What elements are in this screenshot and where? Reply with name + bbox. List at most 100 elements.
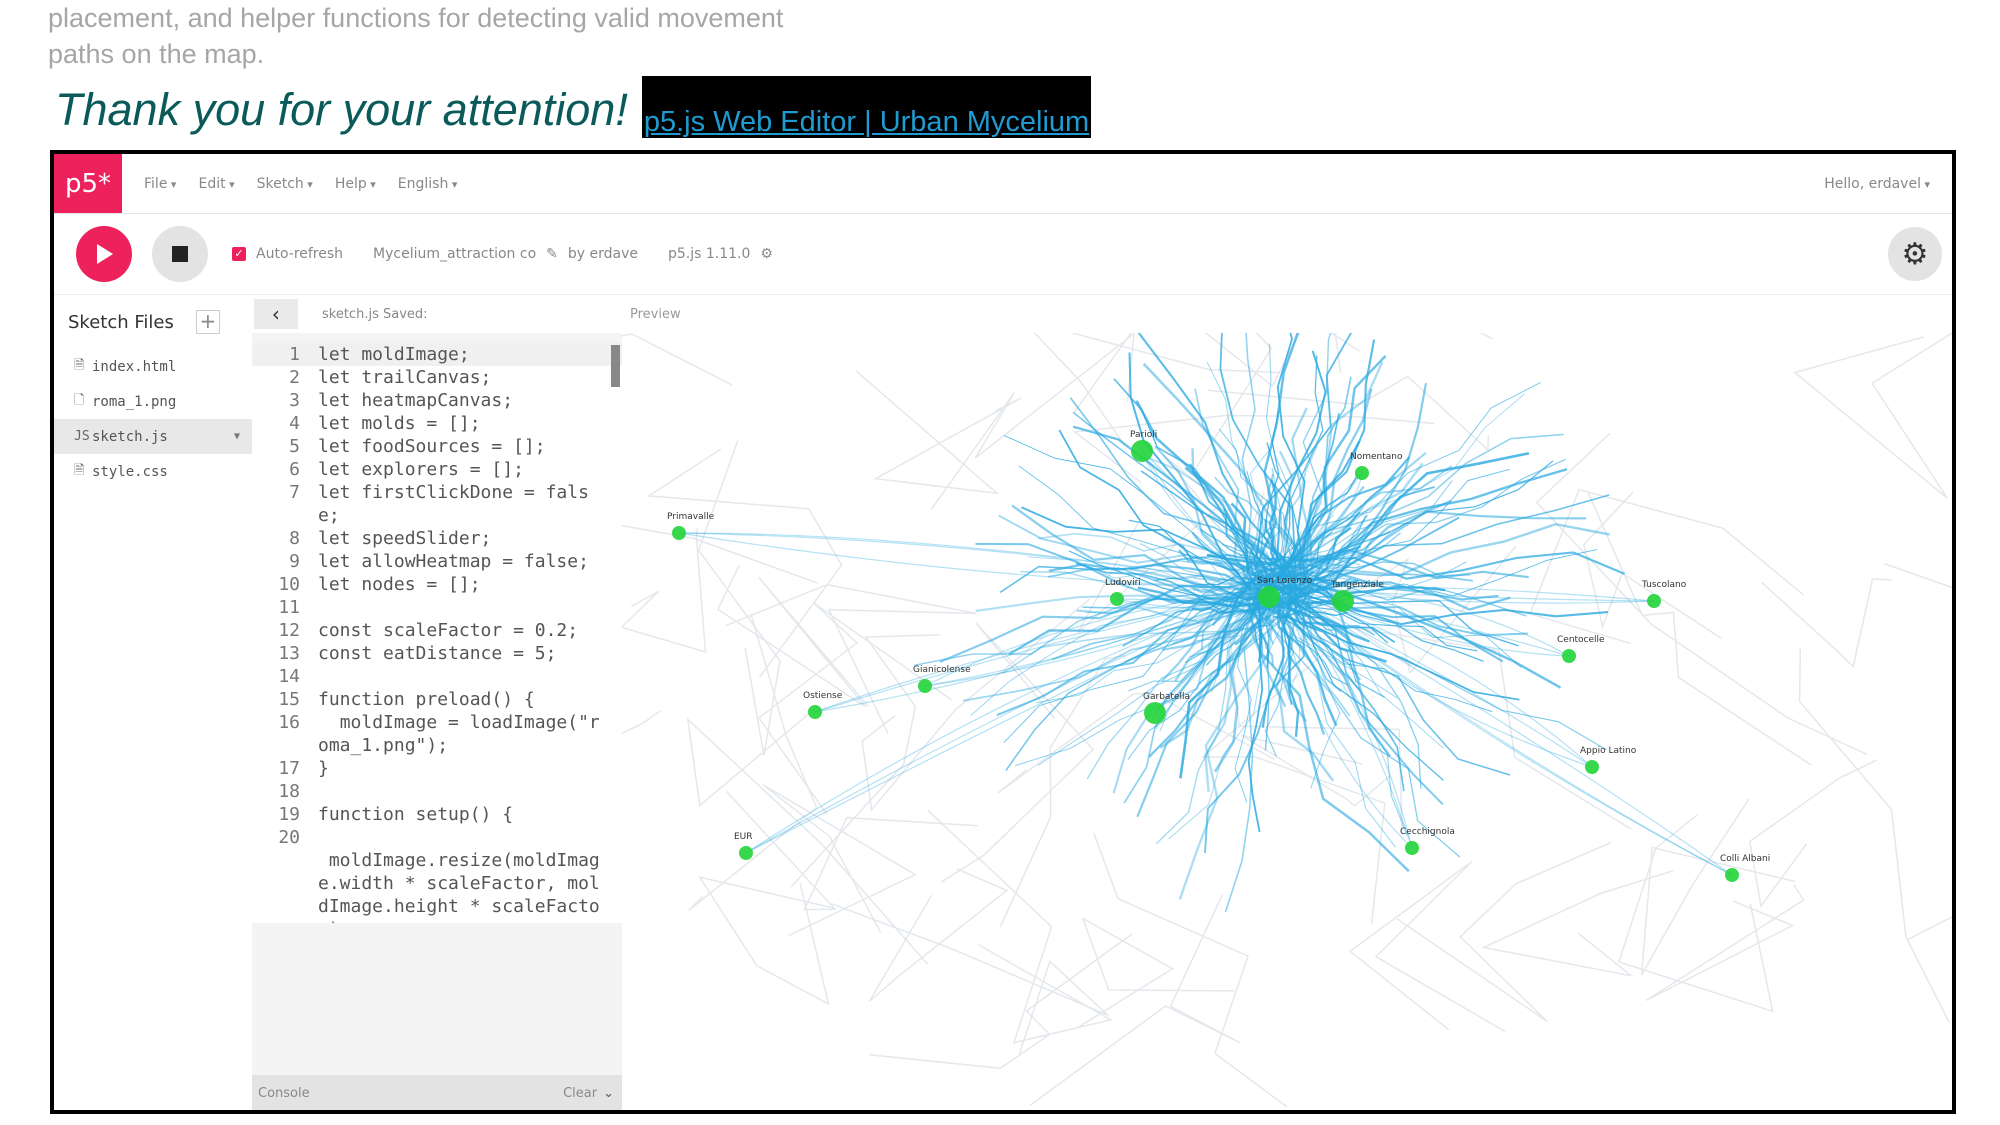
chevron-down-icon[interactable]: ⌄ xyxy=(603,1086,614,1101)
code-line[interactable]: 6 let explorers = []; xyxy=(252,458,622,481)
code-line[interactable]: 10 let nodes = []; xyxy=(252,573,622,596)
p5-version[interactable]: p5.js 1.11.0 xyxy=(668,246,750,262)
code-line[interactable]: 18 xyxy=(252,780,622,803)
html-file-icon: 🗎 xyxy=(74,357,85,373)
street-line xyxy=(1884,562,1952,589)
street-line xyxy=(1587,491,1812,766)
code-line[interactable]: 20 xyxy=(252,826,622,849)
line-number: 5 xyxy=(289,436,300,457)
file-options-icon[interactable]: ▼ xyxy=(234,431,240,442)
sketch-name[interactable]: Mycelium_attraction co xyxy=(373,246,536,262)
gear-icon: ⚙ xyxy=(1901,236,1929,272)
code-line[interactable]: 12 const scaleFactor = 0.2; xyxy=(252,619,622,642)
stop-icon xyxy=(172,246,188,262)
food-node[interactable] xyxy=(1332,590,1354,612)
node-label: Ludoviri xyxy=(1105,578,1141,588)
food-node[interactable] xyxy=(808,705,822,719)
code-text: let foodSources = []; xyxy=(318,436,546,457)
file-index-html[interactable]: 🗎 index.html xyxy=(54,349,252,384)
food-node[interactable] xyxy=(1258,586,1280,608)
editor-scrollbar[interactable] xyxy=(611,345,620,387)
street-line xyxy=(1535,432,1868,756)
code-line[interactable]: 16 moldImage = loadImage("roma_1.png"); xyxy=(252,711,622,757)
food-node[interactable] xyxy=(739,846,753,860)
file-style-css[interactable]: 🗎 style.css xyxy=(54,454,252,489)
menu-edit[interactable]: Edit xyxy=(198,176,234,192)
auto-refresh-checkbox[interactable]: ✓ xyxy=(232,247,246,261)
code-line[interactable]: 1 let moldImage; xyxy=(252,343,622,366)
food-node[interactable] xyxy=(1725,868,1739,882)
street-line xyxy=(1029,894,1241,1106)
line-number: 12 xyxy=(278,620,300,641)
settings-button[interactable]: ⚙ xyxy=(1888,227,1942,281)
file-sketch-js[interactable]: JS sketch.js ▼ xyxy=(54,419,252,454)
p5-logo[interactable]: p5* xyxy=(54,154,122,213)
street-line xyxy=(855,370,1022,495)
food-node[interactable] xyxy=(1585,760,1599,774)
thanks-row: Thank you for your attention! p5.js Web … xyxy=(55,76,1092,138)
pencil-icon[interactable]: ✎ xyxy=(546,246,558,262)
food-node[interactable] xyxy=(1144,702,1166,724)
food-node[interactable] xyxy=(1110,592,1124,606)
street-line xyxy=(831,902,1109,1055)
line-number: 20 xyxy=(278,827,300,848)
food-node[interactable] xyxy=(918,679,932,693)
street-line xyxy=(622,333,733,386)
street-line xyxy=(762,784,917,937)
play-button[interactable] xyxy=(76,226,132,282)
toolbar: ✓ Auto-refresh Mycelium_attraction co ✎ … xyxy=(54,214,1952,295)
line-number: 18 xyxy=(278,781,300,802)
code-line[interactable]: 2 let trailCanvas; xyxy=(252,366,622,389)
code-line[interactable]: 13 const eatDistance = 5; xyxy=(252,642,622,665)
code-line[interactable]: 11 xyxy=(252,596,622,619)
code-line[interactable]: 9 let allowHeatmap = false; xyxy=(252,550,622,573)
food-node[interactable] xyxy=(1562,649,1576,663)
menu-language[interactable]: English xyxy=(398,176,458,192)
collapse-sidebar-button[interactable]: ‹ xyxy=(254,299,298,329)
version-gear-icon[interactable]: ⚙ xyxy=(760,246,773,262)
editor-link[interactable]: p5.js Web Editor | Urban Mycelium xyxy=(641,76,1092,138)
code-line[interactable]: 19 function setup() { xyxy=(252,803,622,826)
code-text: const scaleFactor = 0.2; xyxy=(318,620,579,641)
street-line xyxy=(1396,841,1612,1022)
line-number: 3 xyxy=(289,390,300,411)
food-node[interactable] xyxy=(1405,841,1419,855)
editor-file-status: sketch.js Saved: xyxy=(322,306,428,322)
file-roma-png[interactable]: 🗋 roma_1.png xyxy=(54,384,252,419)
node-label: Tuscolano xyxy=(1641,580,1687,590)
code-editor-panel: ‹ sketch.js Saved: 1 let moldImage; 2 let t… xyxy=(252,295,622,1110)
stop-button[interactable] xyxy=(152,226,208,282)
code-line[interactable]: 3 let heatmapCanvas; xyxy=(252,389,622,412)
code-area[interactable]: 1 let moldImage; 2 let trailCanvas; 3 let hea… xyxy=(252,343,622,923)
code-line[interactable]: 5 let foodSources = []; xyxy=(252,435,622,458)
sketch-files-sidebar: Sketch Files + 🗎 index.html 🗋 roma_1.png… xyxy=(54,295,252,1110)
food-node[interactable] xyxy=(672,526,686,540)
food-node[interactable] xyxy=(1355,466,1369,480)
food-node[interactable] xyxy=(1647,594,1661,608)
code-line[interactable]: 4 let molds = []; xyxy=(252,412,622,435)
menu-help[interactable]: Help xyxy=(335,176,376,192)
node-label: San Lorenzo xyxy=(1257,576,1313,586)
sketch-author[interactable]: by erdave xyxy=(568,246,638,262)
add-file-button[interactable]: + xyxy=(195,310,220,334)
code-line[interactable]: 14 xyxy=(252,665,622,688)
code-line[interactable]: 17} xyxy=(252,757,622,780)
food-node[interactable] xyxy=(1131,440,1153,462)
node-label: Colli Albani xyxy=(1720,854,1770,864)
menu-file[interactable]: File xyxy=(144,176,176,192)
code-text: let moldImage; xyxy=(318,344,470,365)
menu-sketch[interactable]: Sketch xyxy=(257,176,313,192)
user-menu[interactable]: Hello, erdavel xyxy=(1824,176,1930,192)
street-line xyxy=(927,809,1113,1044)
code-line[interactable]: 15 function preload() { xyxy=(252,688,622,711)
code-line[interactable]: 7 let firstClickDone = false; xyxy=(252,481,622,527)
line-number: 2 xyxy=(289,367,300,388)
street-line xyxy=(622,524,818,584)
code-line[interactable]: 8 let speedSlider; xyxy=(252,527,622,550)
console-clear-button[interactable]: Clear xyxy=(563,1086,597,1101)
street-line xyxy=(1353,627,1632,830)
code-line[interactable]: moldImage.resize(moldImage.width * scale… xyxy=(252,849,622,923)
mycelium-map-canvas[interactable]: Parioli Nomentano Primavalle Ludoviri San Lo… xyxy=(622,333,1952,1113)
